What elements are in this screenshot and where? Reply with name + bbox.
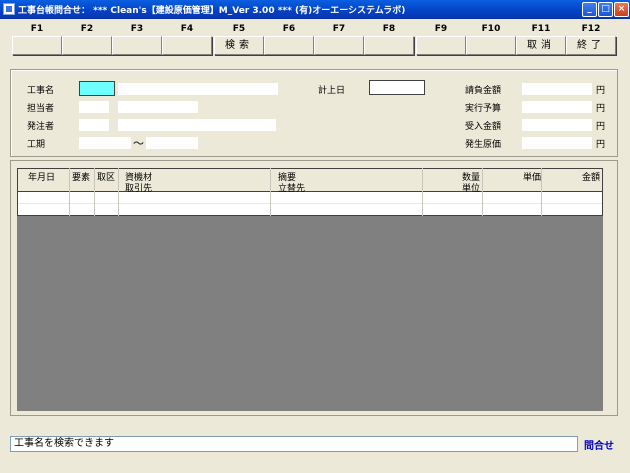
manager-name-field[interactable] — [118, 101, 198, 113]
col-divider — [270, 168, 271, 216]
minimize-button[interactable]: _ — [582, 2, 597, 17]
close-button[interactable]: × — [614, 2, 629, 17]
fkey-button-f3[interactable] — [112, 36, 162, 55]
fkey-label-f9: F9 — [434, 24, 448, 34]
window-title: 工事台帳問合せ： *** Clean's【建設原価管理】M_Ver 3.00 *… — [18, 6, 406, 16]
received-amount-unit: 円 — [596, 122, 606, 132]
col-divider — [118, 168, 119, 216]
mode-indicator: 問合せ — [584, 441, 614, 452]
row-divider — [18, 203, 602, 204]
fkey-label-f1: F1 — [30, 24, 44, 34]
col-divider — [69, 168, 70, 216]
fkey-button-f12-exit[interactable]: 終了 — [566, 36, 616, 55]
fkey-label-f11: F11 — [531, 24, 551, 34]
period-end-field[interactable] — [146, 137, 198, 149]
project-code-field[interactable] — [79, 81, 115, 96]
actual-cost-label: 発生原価 — [465, 140, 502, 150]
fkey-label-f5: F5 — [232, 24, 246, 34]
received-amount-label: 受入金額 — [465, 122, 502, 132]
fkey-button-f8[interactable] — [364, 36, 414, 55]
contract-amount-field — [522, 83, 592, 95]
fkey-button-f4[interactable] — [162, 36, 212, 55]
orderer-label: 発注者 — [27, 122, 55, 132]
posting-date-label: 計上日 — [318, 86, 346, 96]
function-key-bar: F1 F2 F3 F4 F5 検索 F6 F7 F8 F9 F10 F11 取消… — [12, 24, 618, 55]
app-icon — [3, 3, 15, 15]
header-form-panel: 工事名 担当者 発注者 工期 〜 計上日 請負金額 円 実行予算 円 受入金額 … — [10, 69, 618, 157]
fkey-label-f4: F4 — [180, 24, 194, 34]
period-separator: 〜 — [133, 137, 144, 150]
period-start-field[interactable] — [79, 137, 131, 149]
manager-code-field[interactable] — [79, 101, 109, 113]
actual-cost-unit: 円 — [596, 140, 606, 150]
ledger-grid[interactable]: 年月日 要素 取区 資機材 取引先 摘要 立替先 数量 単位 単価 金額 — [17, 168, 603, 411]
grid-row[interactable] — [17, 192, 603, 216]
fkey-label-f6: F6 — [282, 24, 296, 34]
budget-unit: 円 — [596, 104, 606, 114]
col-header-element: 要素 — [72, 173, 91, 183]
fkey-label-f12: F12 — [581, 24, 601, 34]
contract-amount-label: 請負金額 — [465, 86, 502, 96]
fkey-label-f8: F8 — [382, 24, 396, 34]
fkey-button-f10[interactable] — [466, 36, 516, 55]
col-header-category: 取区 — [97, 173, 116, 183]
col-divider — [94, 168, 95, 216]
fkey-button-f5-search[interactable]: 検索 — [214, 36, 264, 55]
fkey-button-f7[interactable] — [314, 36, 364, 55]
fkey-label-f3: F3 — [130, 24, 144, 34]
col-header-date: 年月日 — [28, 173, 56, 183]
title-bar[interactable]: 工事台帳問合せ： *** Clean's【建設原価管理】M_Ver 3.00 *… — [0, 0, 630, 19]
col-header-amount: 金額 — [582, 173, 601, 183]
orderer-name-field[interactable] — [118, 119, 276, 131]
contract-amount-unit: 円 — [596, 86, 606, 96]
fkey-button-f11-cancel[interactable]: 取消 — [516, 36, 566, 55]
project-name-label: 工事名 — [27, 86, 55, 96]
grid-header: 年月日 要素 取区 資機材 取引先 摘要 立替先 数量 単位 単価 金額 — [17, 168, 603, 194]
project-name-field[interactable] — [118, 83, 278, 95]
status-message: 工事名を検索できます — [10, 436, 578, 452]
fkey-button-f2[interactable] — [62, 36, 112, 55]
col-divider — [541, 168, 542, 216]
fkey-label-f2: F2 — [80, 24, 94, 34]
fkey-button-f1[interactable] — [12, 36, 62, 55]
col-header-unit-price: 単価 — [523, 173, 542, 183]
fkey-label-f7: F7 — [332, 24, 346, 34]
posting-date-field[interactable] — [369, 80, 425, 95]
col-divider — [422, 168, 423, 216]
budget-field — [522, 101, 592, 113]
col-divider — [482, 168, 483, 216]
fkey-button-f9[interactable] — [416, 36, 466, 55]
fkey-label-f10: F10 — [481, 24, 501, 34]
budget-label: 実行予算 — [465, 104, 502, 114]
actual-cost-field — [522, 137, 592, 149]
maximize-button[interactable]: □ — [598, 2, 613, 17]
manager-label: 担当者 — [27, 104, 55, 114]
received-amount-field — [522, 119, 592, 131]
period-label: 工期 — [27, 140, 46, 150]
fkey-button-f6[interactable] — [264, 36, 314, 55]
orderer-code-field[interactable] — [79, 119, 109, 131]
